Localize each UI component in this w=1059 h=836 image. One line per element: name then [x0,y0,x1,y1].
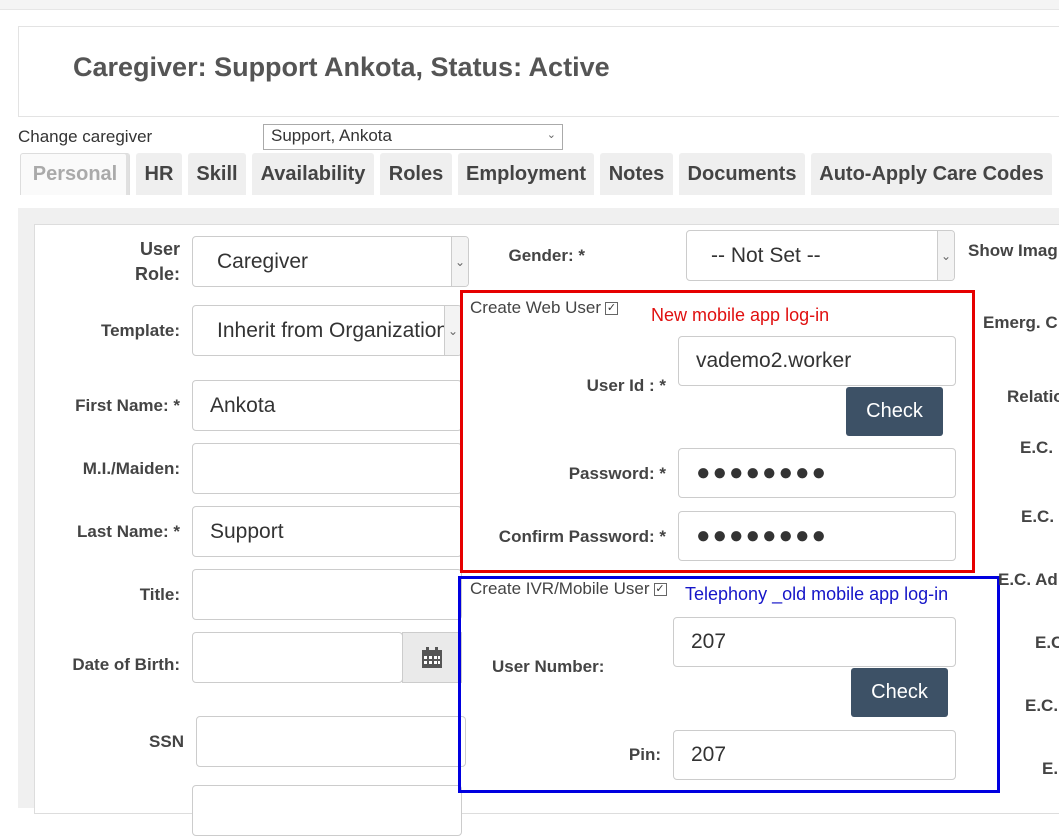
calendar-button[interactable] [402,632,462,683]
chevron-down-icon: ⌄ [546,129,556,141]
chevron-down-icon: ⌄ [451,237,468,286]
chevron-down-icon: ⌄ [444,306,461,355]
gender-select[interactable]: -- Not Set -- ⌄ [686,230,955,281]
ec-label-2: E.C. [1021,507,1055,526]
template-value: Inherit from Organization [217,318,449,342]
user-role-value: Caregiver [217,249,309,273]
chevron-down-icon: ⌄ [937,231,954,280]
gender-value: -- Not Set -- [711,243,821,267]
ssn-input[interactable] [196,716,466,767]
relation-label: Relatio [1007,387,1059,406]
dob-label: Date of Birth: [72,655,180,674]
tab-notes[interactable]: Notes [600,153,673,195]
ssn-label: SSN [149,732,184,751]
ec-label-5: E. [1042,759,1059,778]
user-role-label-line2: Role: [135,264,180,284]
mi-maiden-input[interactable] [192,443,462,494]
change-caregiver-value: Support, Ankota [271,126,392,145]
tab-hr[interactable]: HR [136,153,182,195]
header-panel: Caregiver: Support Ankota, Status: Activ… [18,26,1059,117]
title-label: Title: [139,585,180,604]
tab-documents[interactable]: Documents [679,153,805,195]
ec-label-4: E.C. [1025,696,1059,715]
first-name-label: First Name: * [75,396,180,415]
template-label: Template: [100,321,180,340]
ec-label-1: E.C. [1020,438,1054,457]
template-select[interactable]: Inherit from Organization ⌄ [192,305,462,356]
next-field-input[interactable] [192,785,462,836]
last-name-label: Last Name: * [77,522,180,541]
calendar-icon [422,646,442,668]
tab-roles[interactable]: Roles [380,153,452,195]
title-input[interactable] [192,569,462,620]
mi-maiden-label: M.I./Maiden: [82,459,180,478]
change-caregiver-label: Change caregiver [18,127,153,146]
tab-personal[interactable]: Personal [20,153,130,195]
dob-input[interactable] [192,632,403,683]
ec-label-3: E.C [1035,633,1059,652]
gender-label: Gender: * [508,246,585,265]
tab-employment[interactable]: Employment [458,153,594,195]
tab-auto-apply-care-codes[interactable]: Auto-Apply Care Codes [811,153,1052,195]
ec-address-label: E.C. Ad [998,570,1058,589]
show-image-label: Show Imag [968,241,1058,260]
top-strip [0,0,1059,10]
change-caregiver-select[interactable]: Support, Ankota ⌄ [263,124,563,150]
user-role-select[interactable]: Caregiver ⌄ [192,236,469,287]
user-role-label: User Role: [118,237,180,287]
user-role-label-line1: User [139,239,180,259]
last-name-input[interactable]: Support [192,506,462,557]
tab-availability[interactable]: Availability [252,153,374,195]
web-user-highlight-box [460,290,975,573]
ivr-user-highlight-box [458,576,1000,793]
emergency-contact-label: Emerg. C [983,313,1058,332]
tab-skill[interactable]: Skill [188,153,246,195]
page-title: Caregiver: Support Ankota, Status: Activ… [73,52,610,82]
first-name-input[interactable]: Ankota [192,380,462,431]
